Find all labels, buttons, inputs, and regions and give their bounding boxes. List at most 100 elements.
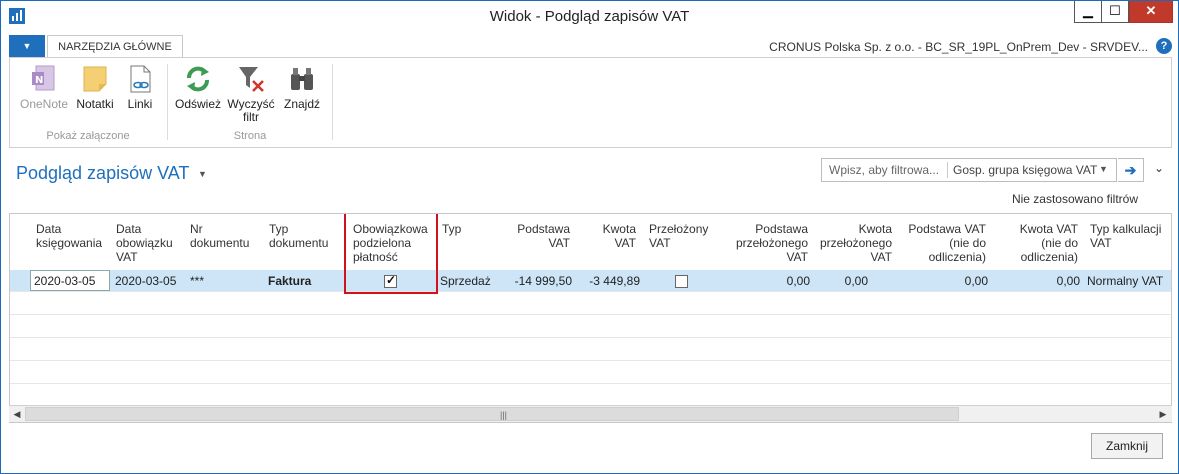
help-icon[interactable]: ? xyxy=(1156,38,1172,54)
filter-input[interactable] xyxy=(822,159,947,181)
clear-filter-label-1: Wyczyść xyxy=(227,97,275,111)
column-header-doc-no[interactable]: Nr dokumentu xyxy=(190,222,260,250)
clear-filter-icon xyxy=(239,67,264,92)
arrow-right-icon[interactable]: ➔ xyxy=(1118,158,1144,182)
horizontal-scrollbar[interactable]: ◀ ||| ▶ xyxy=(9,405,1172,422)
chevron-down-icon[interactable]: ▼ xyxy=(198,169,207,179)
notes-button[interactable]: Notatki xyxy=(73,64,117,111)
header-line: VAT xyxy=(548,236,570,250)
refresh-label: Odśwież xyxy=(174,97,221,111)
links-button[interactable]: Linki xyxy=(123,64,157,111)
header-line: Data xyxy=(36,222,62,236)
split-payment-highlight xyxy=(344,214,438,294)
entry-type: Sprzedaż xyxy=(440,274,491,288)
window-title: Widok - Podgląd zapisów VAT xyxy=(489,8,690,25)
binoculars-icon xyxy=(291,68,313,90)
group-attachments-label: Pokaż załączone xyxy=(46,130,130,142)
column-header-calc-type[interactable]: Typ kalkulacji VAT xyxy=(1090,222,1170,250)
filter-divider xyxy=(947,162,948,178)
chevron-down-icon[interactable]: ▼ xyxy=(1099,164,1108,174)
find-button[interactable]: Znajdź xyxy=(280,64,324,111)
header-line: Podstawa xyxy=(517,222,570,236)
calc-type: Normalny VAT xyxy=(1087,274,1164,288)
ribbon: N OneNote Notatki Linki Pokaż załączone xyxy=(9,57,1172,148)
scroll-right-icon[interactable]: ▶ xyxy=(1155,406,1171,422)
column-header-vat-amount[interactable]: Kwota VAT xyxy=(576,222,636,250)
close-button[interactable]: Zamknij xyxy=(1091,433,1163,459)
collapse-chevron-icon[interactable]: ⌄ xyxy=(1154,161,1164,175)
header-line: dokumentu xyxy=(190,236,250,250)
header-line: odliczenia) xyxy=(928,250,986,264)
header-line: przełożonego xyxy=(735,236,808,250)
header-line: Kwota xyxy=(602,222,636,236)
window: Widok - Podgląd zapisów VAT ▁ ☐ ✕ ▼ NARZ… xyxy=(0,0,1179,474)
filter-box: Gosp. grupa księgowa VAT ▼ xyxy=(821,158,1117,182)
data-grid: Data księgowania Data obowiązku VAT Nr d… xyxy=(9,213,1172,423)
document-type: Faktura xyxy=(268,274,312,288)
column-header-doc-type[interactable]: Typ dokumentu xyxy=(269,222,339,250)
link-icon xyxy=(130,65,151,93)
header-line: VAT xyxy=(1090,236,1112,250)
header-line: Nr xyxy=(190,222,203,236)
header-line: Typ kalkulacji xyxy=(1090,222,1162,236)
maximize-button[interactable]: ☐ xyxy=(1101,1,1129,23)
nd-amount: 0,00 xyxy=(1056,274,1080,288)
column-header-vat-date[interactable]: Data obowiązku VAT xyxy=(116,222,186,264)
header-line: księgowania xyxy=(36,236,103,250)
header-line: (nie do xyxy=(1041,236,1078,250)
column-header-type[interactable]: Typ xyxy=(442,222,482,236)
column-header-nd-base[interactable]: Podstawa VAT (nie do odliczenia) xyxy=(890,222,986,264)
header-line: Podstawa xyxy=(755,222,808,236)
grip-icon: ||| xyxy=(500,410,508,420)
empty-row xyxy=(10,385,1171,407)
refresh-icon xyxy=(187,66,209,92)
table-row[interactable]: 2020-03-05 2020-03-05 *** Faktura Sprzed… xyxy=(10,270,1171,292)
scroll-left-icon[interactable]: ◀ xyxy=(9,406,25,422)
filter-status: Nie zastosowano filtrów xyxy=(1011,192,1138,206)
column-header-nd-amount[interactable]: Kwota VAT (nie do odliczenia) xyxy=(990,222,1078,264)
header-line: VAT xyxy=(614,236,636,250)
minimize-button[interactable]: ▁ xyxy=(1074,1,1102,23)
onenote-icon: N xyxy=(32,65,55,91)
reversed-base: 0,00 xyxy=(786,274,810,288)
header-line: VAT xyxy=(870,250,892,264)
filter-field-select[interactable]: Gosp. grupa księgowa VAT xyxy=(953,163,1097,177)
header-line: Przełożony xyxy=(649,222,709,236)
clear-filter-button[interactable]: Wyczyść filtr xyxy=(226,64,276,124)
onenote-button[interactable]: N OneNote xyxy=(18,64,70,111)
company-name: CRONUS Polska Sp. z o.o. - BC_SR_19PL_On… xyxy=(769,40,1148,54)
column-header-posting-date[interactable]: Data księgowania xyxy=(36,222,108,250)
header-line: Podstawa VAT xyxy=(908,222,986,236)
page-title[interactable]: Podgląd zapisów VAT xyxy=(16,163,189,184)
group-page-label: Strona xyxy=(233,130,267,142)
document-no: *** xyxy=(190,274,205,288)
find-label: Znajdź xyxy=(283,97,321,111)
links-label: Linki xyxy=(127,97,153,111)
column-header-reversed-vat[interactable]: Przełożony VAT xyxy=(649,222,719,250)
ribbon-tab-row: ▼ NARZĘDZIA GŁÓWNE CRONUS Polska Sp. z o… xyxy=(1,33,1178,59)
notes-label: Notatki xyxy=(76,97,114,111)
tab-home[interactable]: NARZĘDZIA GŁÓWNE xyxy=(47,35,183,59)
title-bar: Widok - Podgląd zapisów VAT ▁ ☐ ✕ xyxy=(1,1,1178,31)
header-line: odliczenia) xyxy=(1020,250,1078,264)
column-header-reversed-amount[interactable]: Kwota przełożonego VAT xyxy=(800,222,892,264)
column-header-reversed-base[interactable]: Podstawa przełożonego VAT xyxy=(712,222,808,264)
empty-row xyxy=(10,339,1171,361)
column-header-vat-base[interactable]: Podstawa VAT xyxy=(498,222,570,250)
posting-date: 2020-03-05 xyxy=(34,274,96,288)
nd-base: 0,00 xyxy=(964,274,988,288)
close-window-button[interactable]: ✕ xyxy=(1129,1,1173,23)
app-menu-button[interactable]: ▼ xyxy=(9,35,45,57)
header-line: Typ xyxy=(442,222,462,236)
header-line: dokumentu xyxy=(269,236,329,250)
clear-filter-label-2: filtr xyxy=(243,110,259,124)
note-icon xyxy=(83,66,107,92)
reversed-amount: 0,00 xyxy=(844,274,868,288)
header-line: VAT xyxy=(649,236,671,250)
group-separator xyxy=(332,64,333,140)
header-line: VAT xyxy=(786,250,808,264)
scroll-thumb[interactable]: ||| xyxy=(25,407,959,421)
reversed-vat-checkbox[interactable] xyxy=(675,275,688,288)
empty-row xyxy=(10,316,1171,338)
refresh-button[interactable]: Odśwież xyxy=(174,64,222,111)
